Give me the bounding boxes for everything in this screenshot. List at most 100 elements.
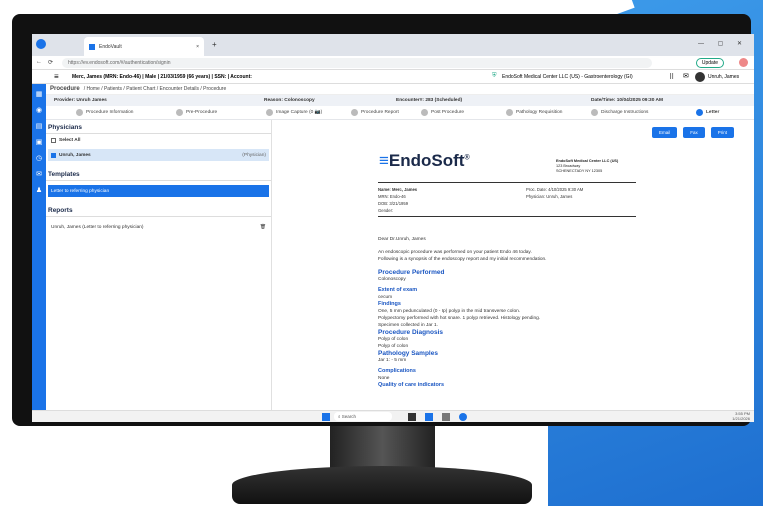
step-label: Post Procedure	[431, 110, 465, 115]
taskbar-search[interactable]: ⌕ Search	[334, 412, 392, 421]
close-icon[interactable]: ×	[196, 44, 199, 50]
browser-titlebar: EndoVault × + — ▢ ✕	[32, 34, 754, 56]
users-icon[interactable]: ♟	[34, 186, 44, 196]
refresh-icon[interactable]: ⟳	[48, 59, 53, 66]
breadcrumb: Procedure / Home / Patients / Patient Ch…	[46, 84, 754, 95]
section-heading: Procedure Performed	[378, 269, 445, 276]
step-procedure-information[interactable]: Procedure Information	[76, 109, 133, 116]
app-icon[interactable]	[442, 413, 450, 421]
step-pathology-requisition[interactable]: Pathology Requisition	[506, 109, 562, 116]
physicians-heading: Physicians	[46, 120, 271, 134]
facility-name: EndoSoft Medical Center LLC (US) - Gastr…	[502, 74, 633, 80]
menu-icon[interactable]: ≡	[54, 72, 59, 81]
step-image-capture[interactable]: Image Capture (0 📷)	[266, 109, 322, 116]
procedure-steps: Procedure Information Pre-Procedure Imag…	[46, 106, 754, 120]
step-post-procedure[interactable]: Post Procedure	[421, 109, 464, 116]
url-field[interactable]: https://ev.endosoft.com/#/authentication…	[62, 58, 652, 68]
step-pre-procedure[interactable]: Pre-Procedure	[176, 109, 217, 116]
step-label: Discharge Instructions	[601, 110, 649, 115]
browser-icon[interactable]	[36, 39, 46, 49]
select-all-checkbox[interactable]: Select All	[48, 136, 269, 145]
start-icon[interactable]	[322, 413, 330, 421]
tab-favicon-icon	[89, 43, 95, 50]
step-dot	[506, 109, 513, 116]
breadcrumb-section: Procedure	[50, 86, 80, 92]
step-dot	[351, 109, 358, 116]
left-panel: Physicians Select All Unruh, James (Physi…	[46, 120, 272, 410]
app-icon[interactable]	[459, 413, 467, 421]
doc-mrn: MRN: Endo-46	[378, 194, 406, 199]
doc-proc-date: Proc. Date: 4/10/2025 9:30 AM	[526, 187, 584, 192]
apps-icon[interactable]: ⠿	[669, 73, 674, 81]
clock-icon[interactable]: ◷	[34, 154, 44, 164]
section-heading: Extent of exam	[378, 287, 418, 293]
step-discharge-instructions[interactable]: Discharge Instructions	[591, 109, 648, 116]
new-tab-button[interactable]: +	[212, 40, 217, 49]
physician-name: Unruh, James	[59, 152, 91, 158]
step-label: Pathology Requisition	[516, 110, 563, 115]
section-text: Specimen collected in Jar 1.	[378, 323, 438, 328]
report-item[interactable]: Unruh, James (Letter to referring physic…	[48, 221, 269, 233]
email-button[interactable]: Email	[651, 127, 678, 138]
monitor-base	[232, 466, 532, 504]
step-label: Procedure Report	[361, 110, 399, 115]
shield-icon: ⛨	[492, 73, 497, 79]
doc-name: Name: Merc, James	[378, 187, 418, 192]
proc-block: Proc. Date: 4/10/2025 9:30 AM Physician:…	[526, 186, 583, 200]
reports-heading: Reports	[46, 203, 271, 217]
section-heading: Procedure Diagnosis	[378, 329, 444, 336]
templates-heading: Templates	[46, 167, 271, 181]
section-heading: Complications	[378, 368, 416, 374]
window-controls[interactable]: — ▢ ✕	[698, 40, 748, 47]
template-item[interactable]: Letter to referring physician	[48, 185, 269, 197]
schedule-icon[interactable]: ▣	[34, 138, 44, 148]
brand-mark: ®	[464, 154, 470, 162]
app-icon[interactable]	[425, 413, 433, 421]
clock-date: 1/21/2026	[732, 416, 750, 421]
endosoft-logo: ≡EndoSoft®	[379, 151, 470, 171]
profile-icon[interactable]	[739, 58, 748, 67]
calendar-icon[interactable]: ▤	[34, 122, 44, 132]
dashboard-icon[interactable]: ▦	[34, 90, 44, 100]
mail-icon[interactable]: ✉	[683, 72, 689, 80]
logo-mark: ≡	[379, 151, 389, 170]
patient-block: Name: Merc, James MRN: Endo-46 DOB: 3/21…	[378, 186, 417, 214]
address-bar: ← ⟳ https://ev.endosoft.com/#/authentica…	[32, 56, 754, 70]
messages-icon[interactable]: ✉	[34, 170, 44, 180]
user-name[interactable]: Unruh, James	[708, 74, 739, 80]
step-procedure-report[interactable]: Procedure Report	[351, 109, 399, 116]
section-heading: Pathology Samples	[378, 350, 438, 357]
step-dot	[176, 109, 183, 116]
section-text: Polyp of colon	[378, 344, 409, 349]
taskbar: ⌕ Search 3:55 PM 1/21/2026	[32, 410, 754, 422]
patients-icon[interactable]: ◉	[34, 106, 44, 116]
update-button[interactable]: Update	[695, 58, 724, 68]
app-icon[interactable]	[408, 413, 416, 421]
step-dot	[76, 109, 83, 116]
reason: Reason: Colonoscopy	[264, 98, 315, 103]
user-avatar[interactable]	[695, 72, 705, 82]
doc-gender: Gender:	[378, 208, 394, 213]
browser-tab[interactable]: EndoVault ×	[84, 37, 204, 56]
encounter: Encounter#: 283 (Scheduled)	[396, 98, 463, 103]
step-dot	[696, 109, 703, 116]
step-dot	[591, 109, 598, 116]
encounter-info: Provider: Unruh James Reason: Colonoscop…	[46, 95, 754, 106]
delete-icon[interactable]: 🗑	[260, 225, 266, 230]
doc-dob: DOB: 3/21/1959	[378, 201, 409, 206]
fax-button[interactable]: Fax	[683, 127, 705, 138]
back-icon[interactable]: ←	[36, 59, 42, 65]
provider: Provider: Unruh James	[54, 98, 107, 103]
section-text: Colonoscopy	[378, 277, 406, 282]
physician-row[interactable]: Unruh, James (Physician)	[48, 149, 269, 161]
step-label: Pre-Procedure	[186, 110, 218, 115]
side-nav: ▦ ◉ ▤ ▣ ◷ ✉ ♟	[32, 84, 46, 410]
step-label: Image Capture (0 📷)	[276, 110, 323, 115]
breadcrumb-path[interactable]: / Home / Patients / Patient Chart / Enco…	[84, 86, 227, 92]
step-dot	[421, 109, 428, 116]
physician-role: (Physician)	[242, 152, 266, 158]
print-button[interactable]: Print	[710, 127, 734, 138]
step-letter[interactable]: Letter	[696, 109, 719, 116]
tab-title: EndoVault	[99, 43, 122, 50]
desktop-scene: EndoVault × + — ▢ ✕ ← ⟳ https://ev.endos…	[0, 0, 763, 506]
